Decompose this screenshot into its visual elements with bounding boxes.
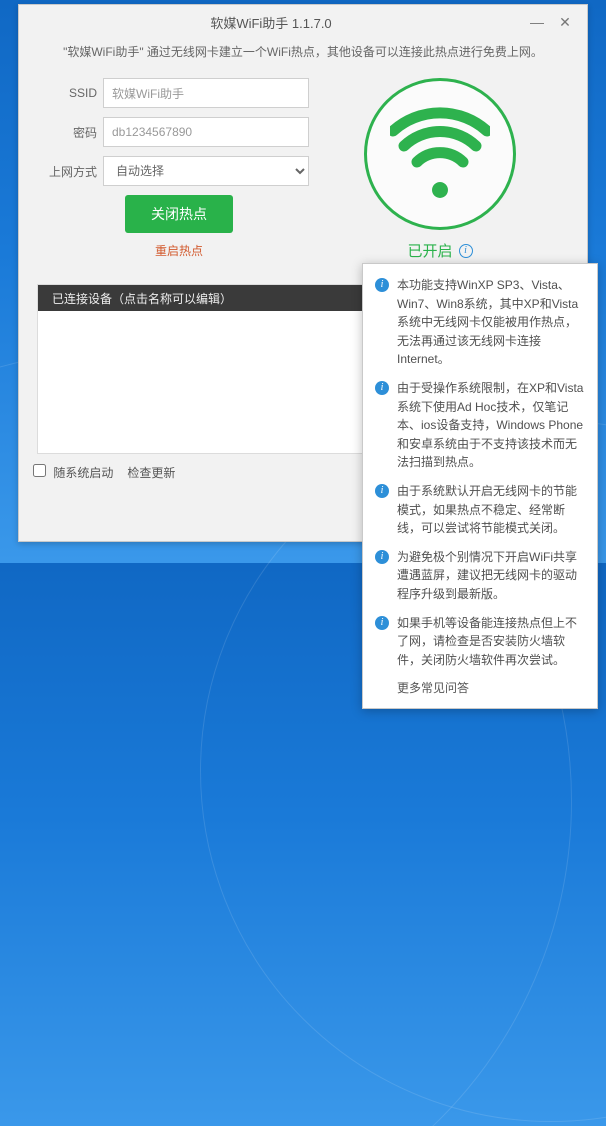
popup-more-link[interactable]: 更多常见问答 <box>397 679 587 698</box>
bullet-icon: i <box>375 550 389 564</box>
popup-text: 由于受操作系统限制，在XP和Vista系统下使用Ad Hoc技术，仅笔记本、io… <box>397 379 587 472</box>
ssid-input[interactable] <box>103 78 309 108</box>
popup-text: 由于系统默认开启无线网卡的节能模式，如果热点不稳定、经常断线，可以尝试将节能模式… <box>397 482 587 538</box>
popup-item: i 由于系统默认开启无线网卡的节能模式，如果热点不稳定、经常断线，可以尝试将节能… <box>375 482 587 538</box>
password-label: 密码 <box>49 124 103 141</box>
bullet-icon: i <box>375 616 389 630</box>
autostart-row[interactable]: 随系统启动 <box>33 464 113 481</box>
minimize-button[interactable]: — <box>523 14 551 30</box>
bullet-icon: i <box>375 278 389 292</box>
popup-text: 为避免极个别情况下开启WiFi共享遭遇蓝屏，建议把无线网卡的驱动程序升级到最新版… <box>397 548 587 604</box>
popup-item: i 如果手机等设备能连接热点但上不了网，请检查是否安装防火墙软件，关闭防火墙软件… <box>375 614 587 670</box>
info-popup: i 本功能支持WinXP SP3、Vista、Win7、Win8系统，其中XP和… <box>362 263 598 709</box>
bullet-icon: i <box>375 381 389 395</box>
devices-header-name: 已连接设备（点击名称可以编辑） <box>52 290 232 307</box>
titlebar[interactable]: 软媒WiFi助手 1.1.7.0 — ✕ <box>19 5 587 39</box>
info-icon[interactable]: i <box>459 244 473 258</box>
popup-text: 如果手机等设备能连接热点但上不了网，请检查是否安装防火墙软件，关闭防火墙软件再次… <box>397 614 587 670</box>
status-label: 已开启 <box>407 240 452 261</box>
autostart-label: 随系统启动 <box>53 466 113 480</box>
method-label: 上网方式 <box>49 163 103 180</box>
popup-item: i 由于受操作系统限制，在XP和Vista系统下使用Ad Hoc技术，仅笔记本、… <box>375 379 587 472</box>
popup-item: i 本功能支持WinXP SP3、Vista、Win7、Win8系统，其中XP和… <box>375 276 587 369</box>
wifi-icon <box>390 104 490 204</box>
popup-text: 本功能支持WinXP SP3、Vista、Win7、Win8系统，其中XP和Vi… <box>397 276 587 369</box>
wifi-status-column: 已开启 i <box>323 78 557 268</box>
popup-item: i 为避免极个别情况下开启WiFi共享遭遇蓝屏，建议把无线网卡的驱动程序升级到最… <box>375 548 587 604</box>
form-column: SSID 密码 上网方式 自动选择 关闭热点 重启热点 <box>49 78 309 268</box>
window-description: "软媒WiFi助手" 通过无线网卡建立一个WiFi热点，其他设备可以连接此热点进… <box>19 39 587 78</box>
ssid-label: SSID <box>49 86 103 100</box>
method-select[interactable]: 自动选择 <box>103 156 309 186</box>
close-hotspot-button[interactable]: 关闭热点 <box>125 195 233 233</box>
autostart-checkbox[interactable] <box>33 464 46 477</box>
check-update-link[interactable]: 检查更新 <box>127 464 175 481</box>
restart-hotspot-link[interactable]: 重启热点 <box>155 242 203 259</box>
bullet-icon: i <box>375 484 389 498</box>
wifi-indicator <box>364 78 516 230</box>
window-title: 软媒WiFi助手 1.1.7.0 <box>19 13 523 32</box>
close-window-button[interactable]: ✕ <box>551 14 579 31</box>
password-input[interactable] <box>103 117 309 147</box>
